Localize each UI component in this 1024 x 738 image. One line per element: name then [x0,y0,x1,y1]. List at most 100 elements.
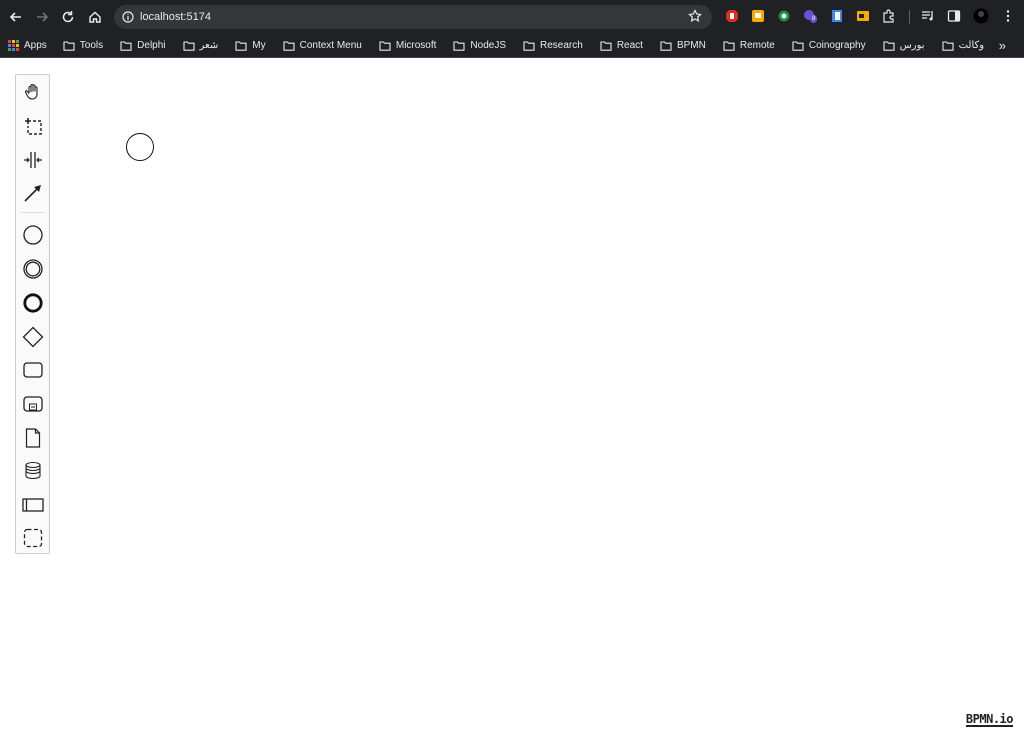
space-tool[interactable] [20,147,46,173]
kebab-menu-icon[interactable] [1001,9,1015,23]
pool-icon [22,498,44,512]
folder-icon [883,40,895,51]
toolbar-divider [909,10,910,24]
bookmark-folder[interactable]: Microsoft [379,40,437,51]
end-event[interactable] [20,290,46,316]
more-bookmarks-button[interactable]: » [999,38,1006,53]
back-arrow-icon [9,12,21,22]
bookmark-apps[interactable]: Apps [8,40,47,51]
home-button[interactable] [82,4,108,30]
hand-icon [24,83,38,100]
browser-toolbar: localhost:5174 8 [0,0,1024,34]
bookmark-folder[interactable]: React [600,40,643,51]
space-icon [24,152,42,168]
bookmark-label: Remote [739,40,775,51]
bookmark-label: Research [540,40,583,51]
bookmark-folder[interactable]: Context Menu [283,40,362,51]
participant[interactable] [20,492,46,518]
group[interactable] [20,525,46,551]
bookmark-label: Tools [79,40,104,51]
forward-button[interactable] [29,4,55,30]
forward-arrow-icon [37,12,49,22]
bookmark-folder[interactable]: Remote [723,40,775,51]
reload-button[interactable] [55,4,81,30]
profile-avatar-icon[interactable] [973,8,989,24]
bookmark-folder[interactable]: وكالت [942,40,985,51]
bookmark-folder[interactable]: BPMN [660,40,706,51]
data-store[interactable] [20,458,46,484]
bookmark-folder[interactable]: NodeJS [453,40,506,51]
start-event[interactable] [20,222,46,248]
folder-icon [600,40,612,51]
folder-icon [235,40,247,51]
bookmark-label: Context Menu [299,40,362,51]
apps-grid-icon [8,40,19,51]
address-bar[interactable]: localhost:5174 [114,5,712,29]
extensions-puzzle-icon[interactable] [882,9,896,23]
bookmark-folder[interactable]: بورس [883,40,925,51]
bookmark-label: شعر [199,40,219,51]
side-panel-icon[interactable] [947,9,961,23]
tool-palette [15,74,50,554]
folder-icon [453,40,465,51]
connect-arrow-icon [24,185,41,202]
bookmark-folder[interactable]: Coinography [792,40,866,51]
gateway-icon [22,326,44,348]
task[interactable] [20,357,46,383]
lasso-icon [25,118,42,135]
folder-icon [63,40,75,51]
subprocess[interactable] [20,391,46,417]
palette-separator [21,212,45,213]
bookmark-folder[interactable]: Delphi [120,40,166,51]
hand-tool[interactable] [20,79,46,105]
bookmark-label: NodeJS [470,40,506,51]
bookmarks-bar: Apps Tools Delphi شعر My Context Menu Mi… [0,34,1024,58]
bookmark-label: Apps [24,40,47,51]
home-icon [89,11,101,23]
intermediate-event[interactable] [20,256,46,282]
media-queue-icon[interactable] [921,9,935,23]
folder-icon [723,40,735,51]
bookmark-folder[interactable]: Tools [63,40,103,51]
translate-extension-icon[interactable] [777,9,791,23]
folder-icon [660,40,672,51]
folder-icon [942,40,954,51]
info-icon[interactable] [122,11,134,23]
folder-icon [379,40,391,51]
bookmark-label: React [616,40,643,51]
bookmark-folder[interactable]: Research [523,40,583,51]
folder-icon [792,40,804,51]
bookmark-label: وكالت [958,40,985,51]
docs-extension-icon[interactable] [830,9,844,23]
lasso-tool[interactable] [20,113,46,139]
purple-extension-icon[interactable]: 8 [803,9,818,23]
folder-icon [523,40,535,51]
intermediate-event-icon [23,259,43,279]
bookmark-star-icon[interactable] [688,9,702,23]
bookmark-folder[interactable]: شعر [182,40,219,51]
data-store-icon [25,461,41,480]
folder-icon [120,40,132,51]
url-text[interactable]: localhost:5174 [140,11,211,23]
subprocess-icon [23,396,43,412]
bookmark-label: Microsoft [395,40,437,51]
folder-icon [283,40,295,51]
adblock-extension-icon[interactable] [725,9,739,23]
task-icon [23,362,43,378]
reload-icon [62,11,74,23]
bpmn-io-logo[interactable]: BPMN.io [965,713,1014,727]
back-button[interactable] [3,4,29,30]
start-event-icon [23,225,43,245]
bookmark-folder[interactable]: My [235,40,266,51]
group-icon [23,528,43,548]
bookmark-label: Delphi [137,40,166,51]
data-object[interactable] [20,425,46,451]
global-connect-tool[interactable] [20,180,46,206]
gateway[interactable] [20,324,46,350]
bpmn-canvas[interactable] [0,59,1024,738]
bookmark-label: بورس [899,40,925,51]
canvas-start-event[interactable] [126,133,154,161]
tools-extension-icon[interactable] [856,9,870,23]
notes-extension-icon[interactable] [751,9,765,23]
bookmark-label: My [252,40,266,51]
